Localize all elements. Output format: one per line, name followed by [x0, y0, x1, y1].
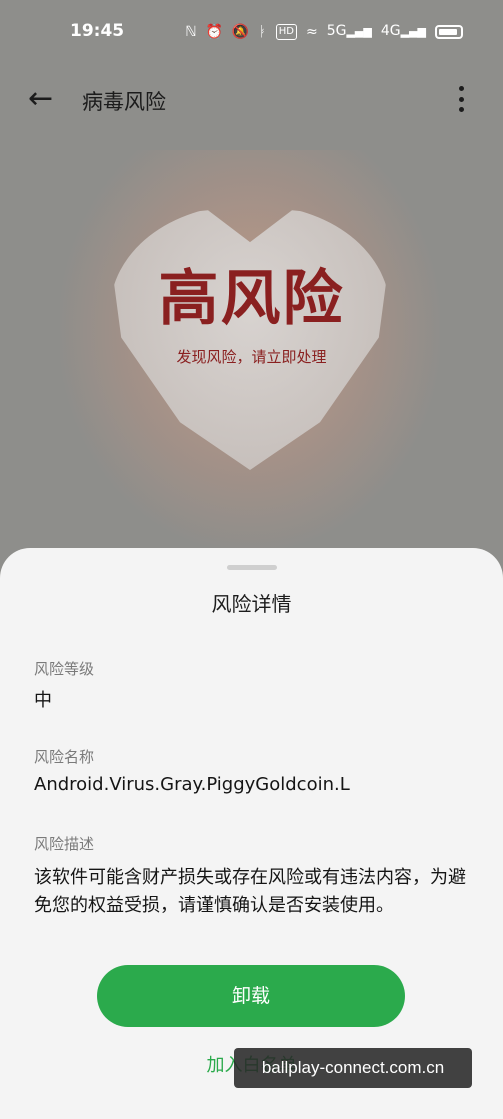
risk-details-sheet: 风险详情 风险等级 中 风险名称 Android.Virus.Gray.Pigg… — [0, 548, 503, 1119]
risk-grade-label: 风险等级 — [34, 660, 95, 678]
risk-description-value: 该软件可能含财产损失或存在风险或有违法内容，为避免您的权益受损，请谨慎确认是否安… — [34, 867, 466, 916]
4g-signal-icon: 4G▂▄▆ — [380, 23, 426, 39]
risk-name-value: Android.Virus.Gray.PiggyGoldcoin.L — [34, 774, 350, 795]
nfc-icon: ℕ — [185, 23, 197, 40]
status-bar: 19:45 ℕ ⏰ 🔕 ᛓ HD ≈ 5G▂▄▆ 4G▂▄▆ — [0, 0, 503, 64]
more-vertical-icon[interactable] — [457, 86, 465, 112]
watermark: ballplay-connect.com.cn — [234, 1048, 472, 1088]
mute-icon: 🔕 — [231, 23, 250, 40]
status-time: 19:45 — [70, 21, 125, 41]
risk-name-label: 风险名称 — [34, 748, 95, 766]
battery-icon — [435, 24, 463, 39]
arrow-left-icon[interactable]: ← — [28, 82, 62, 116]
status-icons: ℕ ⏰ 🔕 ᛓ HD ≈ 5G▂▄▆ 4G▂▄▆ — [185, 22, 463, 41]
risk-description-label: 风险描述 — [34, 835, 95, 853]
screen: 19:45 ℕ ⏰ 🔕 ᛓ HD ≈ 5G▂▄▆ 4G▂▄▆ ← 病毒风险 高风… — [0, 0, 503, 1119]
bluetooth-icon: ᛓ — [258, 23, 267, 40]
risk-level-title: 高风险 — [158, 264, 345, 334]
hd-icon: HD — [275, 23, 297, 40]
page-title: 病毒风险 — [82, 90, 166, 114]
app-bar: ← 病毒风险 — [0, 72, 503, 128]
sheet-title: 风险详情 — [211, 592, 292, 616]
uninstall-button[interactable]: 卸载 — [97, 965, 405, 1027]
alarm-icon: ⏰ — [205, 23, 223, 40]
5g-signal-icon: 5G▂▄▆ — [326, 23, 372, 39]
risk-grade-value: 中 — [34, 690, 52, 711]
sheet-drag-handle[interactable] — [227, 565, 277, 570]
risk-subtitle: 发现风险，请立即处理 — [176, 348, 327, 366]
wifi-icon: ≈ — [305, 23, 318, 40]
